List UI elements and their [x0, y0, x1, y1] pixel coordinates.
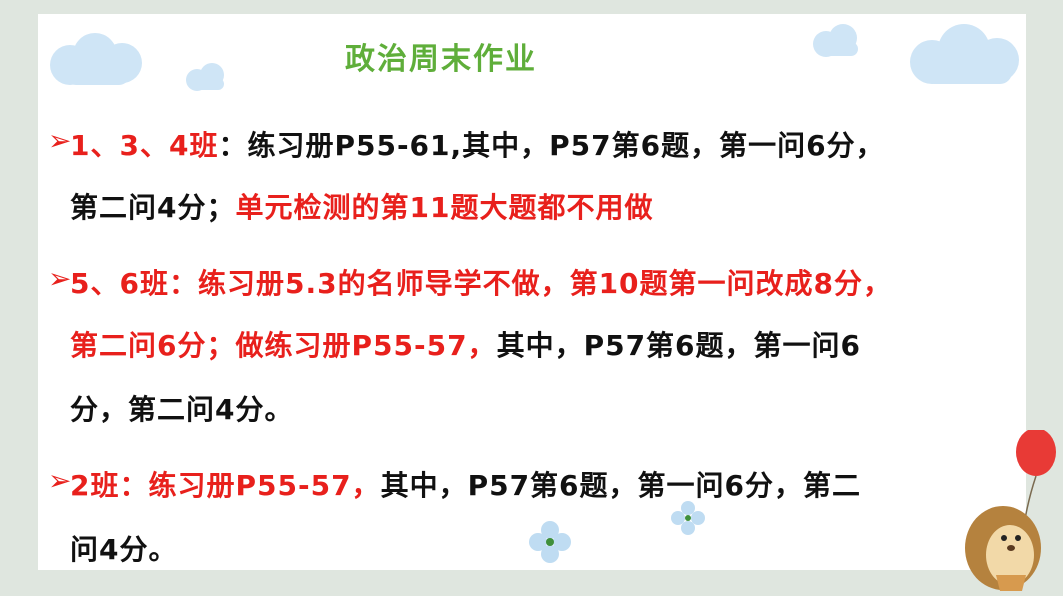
item-2-line-1: ➢ 5、6班：练习册5.3的名师导学不做，第10题第一问改成8分， — [48, 262, 893, 302]
text-segment: 其中，P57第6题，第一问6分，第二 — [380, 469, 862, 502]
cloud-right-small-icon — [813, 24, 858, 57]
text-segment: 其中，P57第6题，第一问6 — [496, 329, 862, 362]
cloud-right-icon — [910, 24, 1019, 84]
text-segment: 第二问6分；做练习册P55-57， — [70, 329, 497, 362]
text-segment: 单元检测的第11题大题都不用做 — [235, 191, 654, 224]
item-2-line-3: 分，第二问4分。 — [70, 388, 293, 428]
text-segment: ：练习册P55-61,其中，P57第6题，第一问6分， — [218, 129, 885, 162]
text-segment: 第二问4分； — [70, 191, 236, 224]
text-segment: 分，第二问4分。 — [70, 393, 294, 426]
item-1-line-1: ➢ 1、3、4班：练习册P55-61,其中，P57第6题，第一问6分， — [48, 124, 885, 164]
item-3-line-2: 问4分。 — [70, 528, 177, 568]
cloud-small-left-icon — [186, 63, 224, 91]
text-segment: 2班：练习册P55-57， — [70, 469, 381, 502]
item-3-line-1: ➢ 2班：练习册P55-57，其中，P57第6题，第一问6分，第二 — [48, 464, 862, 504]
text-segment: 问4分。 — [70, 533, 178, 566]
bullet-arrow-icon: ➢ — [48, 124, 73, 157]
page-title: 政治周末作业 — [345, 42, 537, 77]
hedgehog-balloon-icon — [965, 430, 1056, 591]
cloud-left-icon — [50, 33, 142, 85]
bullet-arrow-icon: ➢ — [48, 262, 73, 295]
bullet-arrow-icon: ➢ — [48, 464, 73, 497]
item-2-line-2: 第二问6分；做练习册P55-57，其中，P57第6题，第一问6 — [70, 324, 861, 364]
text-segment: 1、3、4班 — [70, 129, 219, 162]
text-segment: 5、6班：练习册5.3的名师导学不做，第10题第一问改成8分， — [70, 267, 893, 300]
flower-small-icon — [671, 501, 705, 535]
flower-icon — [529, 521, 571, 563]
item-1-line-2: 第二问4分；单元检测的第11题大题都不用做 — [70, 186, 653, 226]
